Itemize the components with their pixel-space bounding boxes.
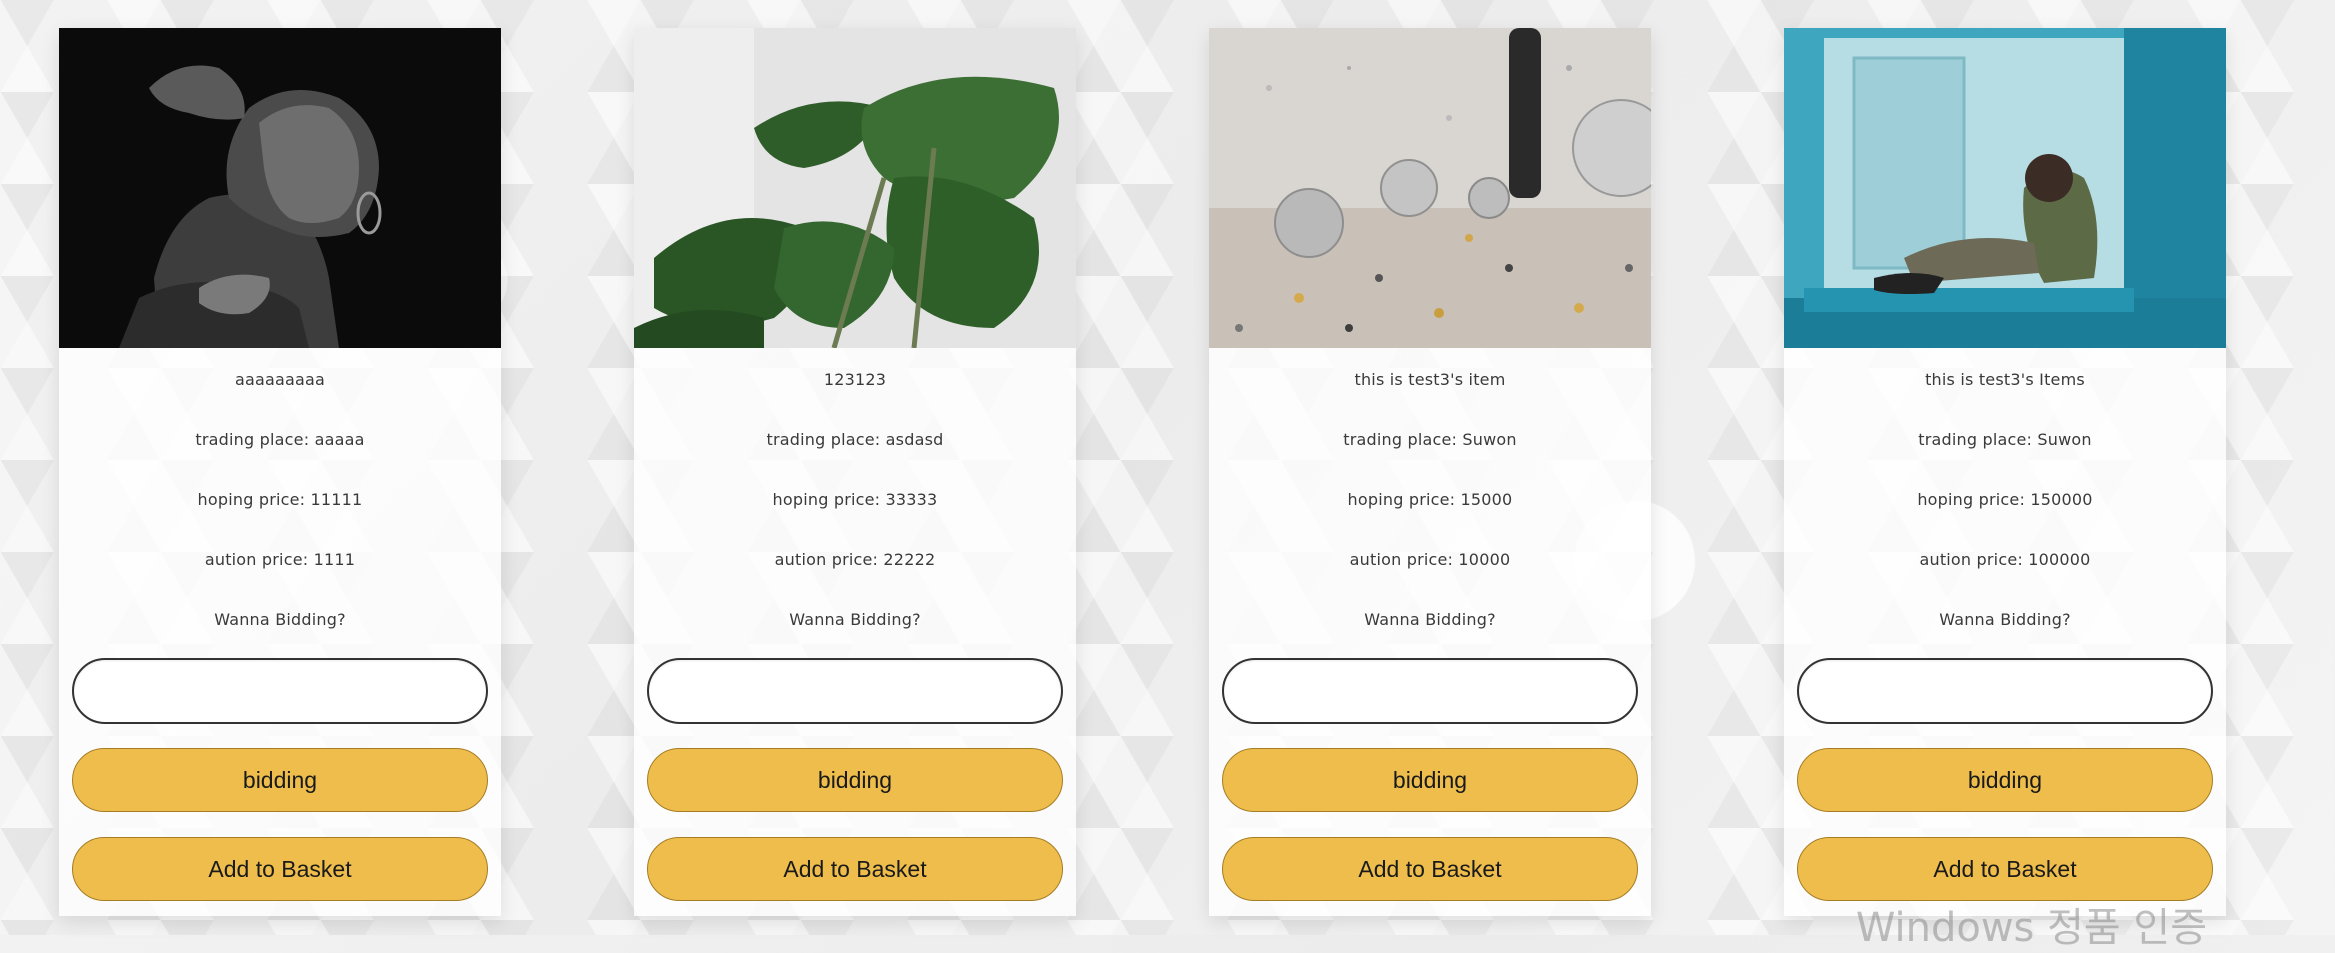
product-info: aaaaaaaaa trading place: aaaaa hoping pr… (59, 348, 501, 670)
trading-place: trading place: asdasd (766, 430, 944, 449)
product-title: this is test3's Items (1925, 370, 2085, 389)
product-card: aaaaaaaaa trading place: aaaaa hoping pr… (59, 28, 501, 916)
product-image-disco[interactable] (1209, 28, 1651, 348)
hoping-price: hoping price: 11111 (197, 490, 363, 509)
aution-price: aution price: 100000 (1919, 550, 2091, 569)
bid-amount-input[interactable] (1222, 658, 1638, 724)
add-to-basket-button[interactable]: Add to Basket (1222, 837, 1638, 901)
trading-place: trading place: aaaaa (195, 430, 365, 449)
product-title: aaaaaaaaa (234, 370, 326, 389)
product-card: 123123 trading place: asdasd hoping pric… (634, 28, 1076, 916)
trading-place: trading place: Suwon (1343, 430, 1517, 449)
bidding-button[interactable]: bidding (72, 748, 488, 812)
aution-price: aution price: 1111 (204, 550, 356, 569)
add-to-basket-button[interactable]: Add to Basket (1797, 837, 2213, 901)
product-info: 123123 trading place: asdasd hoping pric… (634, 348, 1076, 670)
bid-amount-input[interactable] (1797, 658, 2213, 724)
product-image-plant[interactable] (634, 28, 1076, 348)
hoping-price: hoping price: 150000 (1917, 490, 2093, 509)
card-controls: bidding Add to Basket (72, 658, 488, 901)
bid-amount-input[interactable] (647, 658, 1063, 724)
card-controls: bidding Add to Basket (1222, 658, 1638, 901)
product-title: this is test3's item (1354, 370, 1506, 389)
add-to-basket-button[interactable]: Add to Basket (72, 837, 488, 901)
product-info: this is test3's item trading place: Suwo… (1209, 348, 1651, 670)
product-image-blue-room[interactable] (1784, 28, 2226, 348)
bidding-button[interactable]: bidding (1797, 748, 2213, 812)
hoping-price: hoping price: 33333 (772, 490, 938, 509)
product-title: 123123 (823, 370, 887, 389)
bidding-button[interactable]: bidding (1222, 748, 1638, 812)
aution-price: aution price: 22222 (774, 550, 936, 569)
card-controls: bidding Add to Basket (1797, 658, 2213, 901)
bidding-button[interactable]: bidding (647, 748, 1063, 812)
product-card: this is test3's item trading place: Suwo… (1209, 28, 1651, 916)
card-controls: bidding Add to Basket (647, 658, 1063, 901)
trading-place: trading place: Suwon (1918, 430, 2092, 449)
bid-amount-input[interactable] (72, 658, 488, 724)
windows-activation-watermark: Windows 정품 인증 (1855, 905, 2207, 951)
hoping-price: hoping price: 15000 (1347, 490, 1513, 509)
aution-price: aution price: 10000 (1349, 550, 1511, 569)
product-grid: aaaaaaaaa trading place: aaaaa hoping pr… (59, 28, 2226, 916)
add-to-basket-button[interactable]: Add to Basket (647, 837, 1063, 901)
product-card: this is test3's Items trading place: Suw… (1784, 28, 2226, 916)
product-info: this is test3's Items trading place: Suw… (1784, 348, 2226, 670)
product-image-portrait[interactable] (59, 28, 501, 348)
